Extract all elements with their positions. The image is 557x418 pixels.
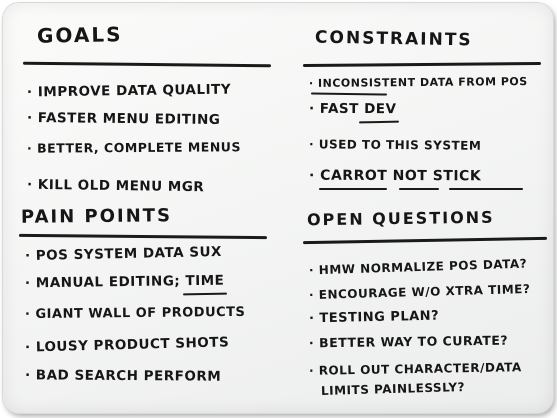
goals-heading: GOALS [36,22,123,48]
pain-points-item: · LOUSY PRODUCT SHOTS [24,334,230,356]
carrot-underline [319,188,387,190]
goals-item: · BETTER, COMPLETE MENUS [26,139,241,156]
dev-underline [358,120,400,124]
open-questions-item: · HMW NORMALIZE POS DATA? [308,256,528,278]
pain-points-item: · GIANT WALL OF PRODUCTS [24,304,246,323]
constraints-heading: CONSTRAINTS [314,27,473,51]
pain-points-item: · MANUAL EDITING; TIME [24,272,225,292]
time-underline [182,292,228,296]
open-questions-item: · ENCOURAGE W/O XTRA TIME? [308,281,531,303]
pain-points-heading: PAIN POINTS [20,205,173,228]
goals-item: · IMPROVE DATA QUALITY [26,81,232,101]
pain-points-item: · POS SYSTEM DATA SUX [24,243,223,265]
constraints-heading-rule [302,61,542,68]
open-questions-heading-rule [302,236,548,245]
stick-underline [449,188,523,190]
constraints-item: · CARROT NOT STICK [308,167,482,185]
whiteboard: GOALS · IMPROVE DATA QUALITY · FASTER ME… [3,3,553,413]
pain-points-heading-rule [18,233,268,240]
open-questions-item-continued: LIMITS PAINLESSLY? [320,379,466,399]
constraints-item: · USED TO THIS SYSTEM [308,137,482,153]
constraints-item: · FAST DEV [308,100,397,118]
open-questions-item: · ROLL OUT CHARACTER/DATA [308,360,522,378]
goals-heading-rule [22,61,272,68]
goals-item: · KILL OLD MENU MGR [26,176,205,196]
pain-points-item: · BAD SEARCH PERFORM [24,367,222,385]
goals-item: · FASTER MENU EDITING [26,109,221,129]
open-questions-heading: OPEN QUESTIONS [306,207,495,230]
constraints-item-underline [310,92,388,96]
open-questions-item: · BETTER WAY TO CURATE? [308,332,509,351]
open-questions-item: · TESTING PLAN? [308,308,440,327]
constraints-item: · INCONSISTENT DATA FROM POS [308,75,528,90]
not-underline [399,188,439,190]
